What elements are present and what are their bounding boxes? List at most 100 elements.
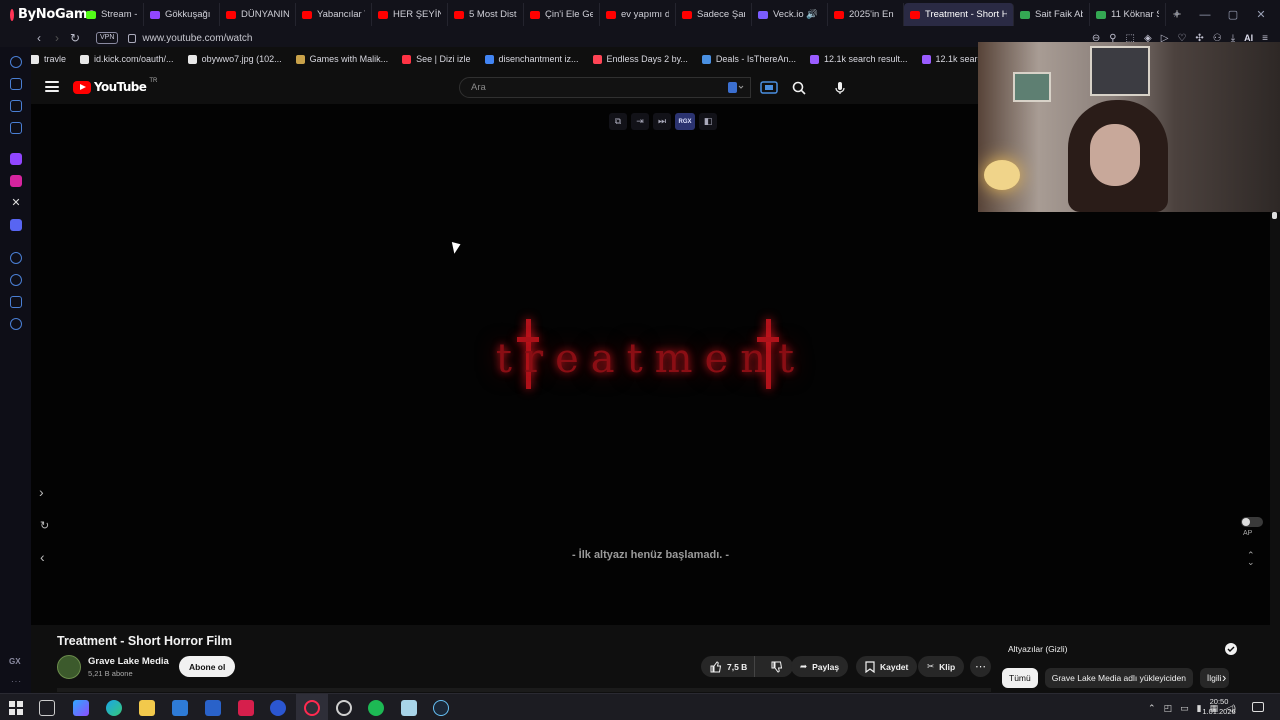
app-icon-red[interactable]: [238, 700, 254, 716]
close-window-button[interactable]: ✕: [1254, 8, 1268, 21]
dislike-button[interactable]: [760, 656, 793, 677]
sidebar-more-icon[interactable]: ···: [11, 677, 22, 686]
sidebar-gx-icon[interactable]: GX: [9, 657, 21, 666]
browser-tab[interactable]: Gökkuşağı |: [144, 3, 220, 26]
sidebar-instagram-icon[interactable]: [10, 175, 22, 187]
channel-name[interactable]: Grave Lake Media: [88, 656, 169, 667]
clock[interactable]: 20:50 1.01.2026: [1196, 697, 1242, 717]
browser-tab[interactable]: Veck.io 🔊 P: [752, 3, 828, 26]
channel-avatar[interactable]: [57, 655, 81, 679]
minimize-button[interactable]: —: [1198, 9, 1212, 21]
file-explorer-icon[interactable]: [139, 700, 155, 716]
browser-tab[interactable]: Treatment - Short H: [904, 3, 1014, 26]
maximize-button[interactable]: ▢: [1226, 8, 1240, 21]
browser-tab[interactable]: Yabancılar T: [296, 3, 372, 26]
bookmark-item[interactable]: See | Dizi izle: [402, 54, 471, 64]
sidebar-toggle-icon[interactable]: ◧: [699, 113, 717, 130]
app-icon-blue[interactable]: [270, 700, 286, 716]
browser-tab[interactable]: Çin'i Ele Geç: [524, 3, 600, 26]
popout-icon[interactable]: ⧉: [609, 113, 627, 130]
app-tray-icon[interactable]: ◰: [1164, 703, 1173, 714]
sidebar-player-icon[interactable]: [10, 252, 22, 264]
bookmark-item[interactable]: Games with Malik...: [295, 54, 388, 64]
sidebar-settings-icon[interactable]: [10, 318, 22, 330]
chevron-up-icon[interactable]: ⌃: [1148, 703, 1156, 714]
sidebar-bag-icon[interactable]: [10, 78, 22, 90]
share-button[interactable]: ➦ Paylaş: [791, 656, 849, 677]
bookmark-item[interactable]: disenchantment iz...: [484, 54, 579, 64]
bookmark-item[interactable]: id.kick.com/oauth/...: [80, 54, 174, 64]
browser-tab[interactable]: ev yapımı de: [600, 3, 676, 26]
bookmark-item[interactable]: Deals - IsThereAn...: [701, 54, 796, 64]
browser-tab[interactable]: Sait Faik Ab: [1014, 3, 1090, 26]
save-button[interactable]: Kaydet: [856, 656, 918, 677]
browser-tab[interactable]: 11 Köknar Sk: [1090, 3, 1166, 26]
steam-icon[interactable]: [433, 700, 449, 716]
refresh-icon[interactable]: ↻: [40, 519, 49, 532]
back-button[interactable]: ‹: [30, 31, 48, 45]
browser-tab[interactable]: 2025'in En M: [828, 3, 904, 26]
expand-collapse-icon[interactable]: ⌃ ⌄: [1247, 551, 1255, 567]
vpn-badge[interactable]: VPN: [96, 32, 119, 44]
sidebar-twitch-icon[interactable]: [10, 153, 22, 165]
voice-search-button[interactable]: [828, 77, 852, 98]
hamburger-menu-icon[interactable]: [45, 81, 59, 92]
bookmark-item[interactable]: obywwo7.jpg (102...: [187, 54, 282, 64]
obs-icon[interactable]: [336, 700, 352, 716]
url-field[interactable]: www.youtube.com/watch: [142, 33, 252, 44]
bookmark-item[interactable]: Endless Days 2 by...: [592, 54, 688, 64]
sidebar-gamepad-icon[interactable]: [10, 100, 22, 112]
autoplay-toggle[interactable]: [1241, 517, 1263, 527]
monitor-icon[interactable]: ▭: [1180, 703, 1189, 714]
next-track-icon[interactable]: ⏭: [653, 113, 671, 130]
chevron-right-icon[interactable]: ›: [39, 484, 44, 500]
checkmark-icon[interactable]: [1225, 643, 1237, 655]
keyboard-translate-icon[interactable]: [727, 81, 745, 94]
sidebar-x-icon[interactable]: ✕: [10, 197, 22, 209]
notepad-icon[interactable]: [401, 700, 417, 716]
reload-button[interactable]: ↻: [66, 31, 84, 45]
search-input[interactable]: Ara: [459, 77, 751, 98]
captions-bar[interactable]: Altyazılar (Gizli): [1002, 640, 1241, 658]
forward-button[interactable]: ›: [48, 31, 66, 45]
scrollbar-thumb[interactable]: [1272, 212, 1277, 219]
more-actions-button[interactable]: ⋯: [970, 656, 991, 677]
like-button[interactable]: 7,5 B: [701, 656, 756, 677]
spotify-icon[interactable]: [368, 700, 384, 716]
lock-icon[interactable]: [128, 33, 137, 43]
browser-tab[interactable]: Stream - Kick: [80, 3, 144, 26]
windows-start-icon[interactable]: [9, 701, 23, 715]
sidebar-music-icon[interactable]: [10, 122, 22, 134]
edge-icon[interactable]: [106, 700, 122, 716]
task-view-icon[interactable]: [39, 700, 55, 716]
sidebar-discord-icon[interactable]: [10, 219, 22, 231]
search-button[interactable]: [787, 77, 811, 98]
rgx-button[interactable]: RGX: [675, 113, 695, 130]
filter-chip[interactable]: Tümü: [1002, 668, 1038, 688]
extension-search-icon[interactable]: [759, 80, 779, 95]
share-label: Paylaş: [812, 661, 840, 672]
chevron-right-icon[interactable]: ›: [1222, 670, 1226, 685]
browser-tab[interactable]: DÜNYANIN E: [220, 3, 296, 26]
sidebar-extensions-icon[interactable]: [10, 296, 22, 308]
enter-icon[interactable]: ⇥: [631, 113, 649, 130]
sidebar-history-icon[interactable]: [10, 274, 22, 286]
copilot-icon[interactable]: [73, 700, 89, 716]
notification-icon[interactable]: [1252, 702, 1264, 712]
browser-tab[interactable]: Sadece Şark: [676, 3, 752, 26]
search-tabs-icon[interactable]: ⌕: [1170, 8, 1184, 21]
bookmark-item[interactable]: 12.1k search result...: [809, 54, 908, 64]
browser-tab[interactable]: 5 Most Distu: [448, 3, 524, 26]
store-icon[interactable]: [172, 700, 188, 716]
subscribe-button[interactable]: Abone ol: [179, 656, 236, 677]
bookmark-item[interactable]: travle: [30, 54, 66, 64]
opera-gx-icon[interactable]: [304, 700, 320, 716]
browser-tab[interactable]: HER ŞEYİN S: [372, 3, 448, 26]
clip-button[interactable]: ✂ Klip: [918, 656, 965, 677]
filter-chip[interactable]: Grave Lake Media adlı yükleyiciden: [1044, 668, 1193, 688]
chevron-left-icon[interactable]: ‹: [40, 549, 45, 565]
youtube-logo[interactable]: YouTube TR: [73, 78, 157, 94]
browser-logo[interactable]: ByNoGame: [0, 0, 96, 29]
sidebar-messenger-icon[interactable]: [10, 56, 22, 68]
mail-icon[interactable]: [205, 700, 221, 716]
